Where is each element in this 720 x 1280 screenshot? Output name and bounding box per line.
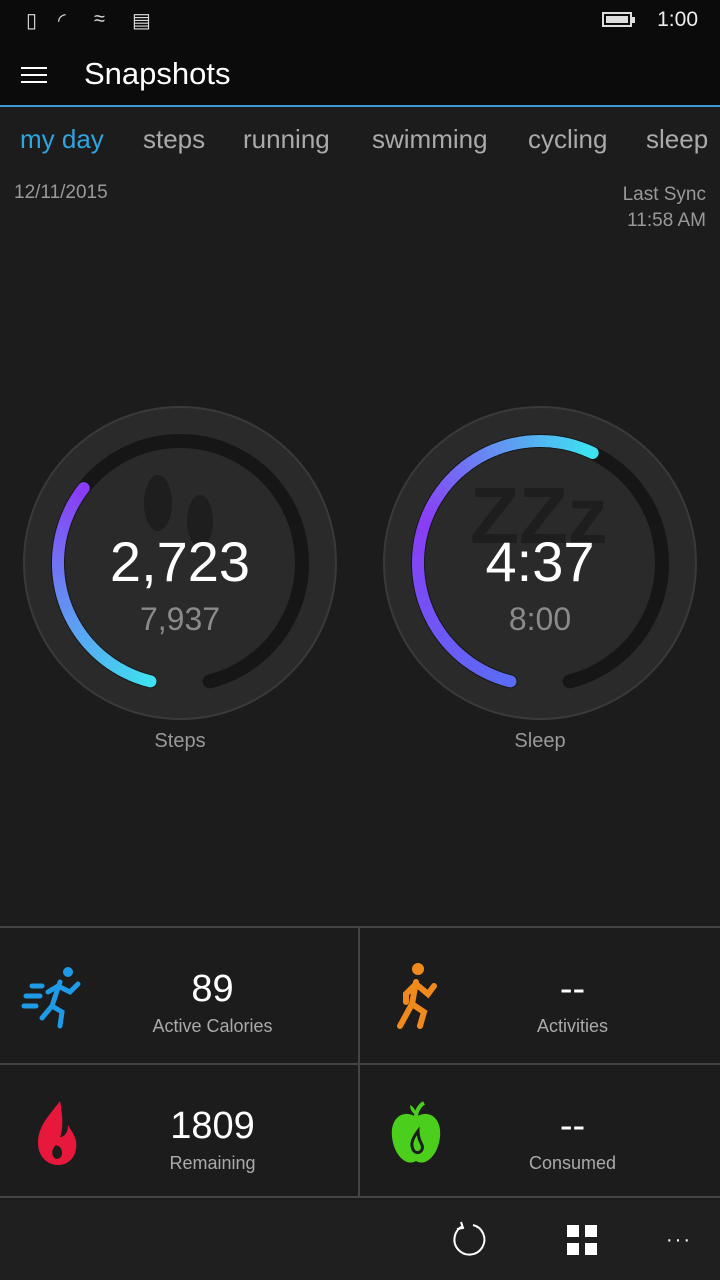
sleep-gauge[interactable]: ZZz 4:37 8:00 — [380, 403, 700, 723]
sync-button[interactable] — [447, 1218, 491, 1262]
gauge-progress-segment — [460, 457, 475, 472]
data-sense-icon: ≈ — [94, 8, 105, 30]
more-button[interactable]: ··· — [657, 1218, 701, 1262]
running-fast-icon — [21, 967, 81, 1029]
gauge-progress-segment — [442, 638, 457, 653]
stat-activities[interactable]: -- Activities — [360, 928, 719, 1063]
app-bar: ··· — [0, 1200, 720, 1280]
stat-value: 89 — [191, 968, 234, 1010]
gauge-progress-segment — [511, 436, 522, 450]
battery-icon — [602, 12, 635, 27]
tab-running[interactable]: running — [243, 124, 330, 155]
stat-value: -- — [559, 968, 586, 1010]
gauge-progress-segment — [450, 466, 464, 481]
gauge-progress-segment — [580, 444, 599, 459]
steps-gauge[interactable]: 2,723 7,937 — [20, 403, 340, 723]
gauge-progress-segment — [432, 487, 447, 501]
gauge-progress-segment — [425, 499, 440, 512]
last-sync-label: Last Sync — [622, 184, 706, 205]
gauge-progress-segment — [452, 647, 467, 662]
gauge-progress-segment — [440, 476, 455, 491]
gauge-progress-segment — [498, 439, 510, 454]
gauge-progress-segment — [447, 642, 462, 658]
more-icon: ··· — [666, 1228, 692, 1251]
gauge-progress-segment — [559, 436, 570, 451]
stat-consumed[interactable]: -- Consumed — [360, 1065, 719, 1200]
gauge-progress-segment — [504, 437, 516, 452]
flame-icon — [38, 1101, 77, 1165]
gauge-progress-segment — [455, 461, 469, 477]
gauge-progress-segment — [478, 447, 491, 462]
tab-steps[interactable]: steps — [143, 124, 205, 155]
gauge-progress-segment — [525, 435, 535, 448]
gauge-progress-segment — [469, 659, 483, 674]
stat-value: -- — [559, 1105, 586, 1147]
tab-my-day[interactable]: my day — [20, 124, 104, 155]
sleep-goal: 8:00 — [508, 601, 572, 637]
gauge-progress-segment — [428, 493, 443, 507]
gauge-progress-segment — [463, 655, 477, 671]
steps-label: Steps — [154, 730, 206, 752]
gauge-progress-segment — [475, 662, 488, 678]
gauge-progress-segment — [571, 439, 584, 454]
message-icon: ▤ — [132, 10, 151, 32]
gauge-progress-segment — [472, 450, 486, 465]
steps-value: 2,723 — [109, 530, 251, 593]
stat-value: 1809 — [170, 1105, 255, 1147]
footprint-left — [144, 475, 172, 531]
no-sim-icon: ▯ — [26, 10, 38, 32]
sync-icon — [453, 1221, 486, 1256]
app-header: Snapshots — [0, 40, 720, 107]
gauge-progress-segment — [422, 505, 437, 518]
running-icon — [397, 963, 437, 1029]
gauge-progress-segment — [552, 435, 563, 449]
tiles-button[interactable] — [560, 1218, 604, 1262]
gauge-progress-segment — [75, 482, 90, 498]
gauge-progress-segment — [518, 435, 529, 449]
last-sync-time: 11:58 AM — [627, 210, 706, 231]
hamburger-icon[interactable] — [21, 67, 47, 83]
gauge-progress-segment — [546, 435, 556, 448]
gauge-progress-segment — [466, 453, 480, 469]
gauge-progress-segment — [491, 441, 503, 456]
sleep-label: Sleep — [514, 730, 566, 752]
gauge-progress-segment — [457, 651, 472, 667]
gauge-progress-segment — [481, 666, 494, 681]
steps-goal: 7,937 — [139, 601, 221, 637]
gauge-progress-segment — [419, 512, 434, 524]
stat-active-calories[interactable]: 89 Active Calories — [0, 928, 359, 1063]
status-bar: ▯ ◜ ≈ ▤ 1:00 — [0, 0, 720, 40]
apple-icon — [391, 1101, 441, 1163]
gauge-progress-segment — [487, 668, 500, 683]
wifi-icon: ◜ — [58, 10, 66, 32]
tiles-icon — [567, 1225, 597, 1255]
stat-label: Consumed — [528, 1153, 617, 1173]
date: 12/11/2015 — [14, 182, 108, 203]
stat-remaining[interactable]: 1809 Remaining — [0, 1065, 359, 1200]
gauge-progress-segment — [565, 438, 577, 452]
tab-swimming[interactable]: swimming — [372, 124, 488, 155]
gauge-progress-segment — [445, 471, 460, 486]
clock: 1:00 — [657, 8, 698, 31]
gauge-progress-segment — [417, 518, 432, 530]
gauge-progress-segment — [484, 444, 497, 459]
page-title: Snapshots — [84, 56, 231, 91]
tab-sleep[interactable]: sleep — [646, 124, 708, 155]
last-sync: Last Sync 11:58 AM — [623, 182, 706, 234]
stat-label: Active Calories — [152, 1016, 273, 1036]
tab-cycling[interactable]: cycling — [528, 124, 607, 155]
stats-grid: 89 Active Calories -- Activities 1809 Re… — [0, 926, 720, 1198]
sleep-value: 4:37 — [485, 530, 595, 593]
gauge-progress-segment — [496, 673, 517, 688]
stat-label: Remaining — [169, 1153, 256, 1173]
gauge-progress-segment — [494, 671, 506, 686]
stat-label: Activities — [536, 1016, 608, 1036]
gauge-progress-segment — [436, 481, 451, 496]
